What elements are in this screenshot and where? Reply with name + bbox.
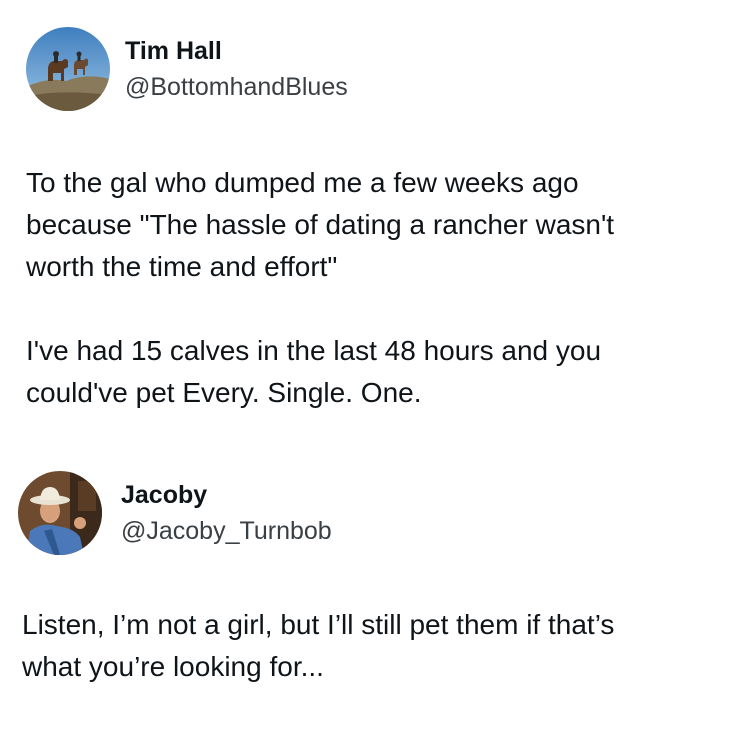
tweet-line: Listen, I’m not a girl, but I’ll still p… — [22, 609, 615, 640]
tweet-line: what you’re looking for... — [22, 651, 324, 682]
display-name[interactable]: Tim Hall — [125, 36, 222, 66]
avatar[interactable] — [26, 27, 110, 111]
horse-rider-silhouette-avatar-icon — [26, 27, 110, 111]
cowboy-hat-man-avatar-icon — [18, 471, 102, 555]
display-name[interactable]: Jacoby — [121, 480, 207, 510]
tweet-paragraph: I've had 15 calves in the last 48 hours … — [26, 330, 726, 414]
tweet-text: To the gal who dumped me a few weeks ago… — [26, 162, 726, 414]
user-handle[interactable]: @Jacoby_Turnbob — [121, 516, 332, 546]
tweet-paragraph: Listen, I’m not a girl, but I’ll still p… — [22, 604, 722, 688]
user-handle[interactable]: @BottomhandBlues — [125, 72, 348, 102]
tweet-line: To the gal who dumped me a few weeks ago — [26, 167, 579, 198]
tweet-text: Listen, I’m not a girl, but I’ll still p… — [22, 604, 722, 688]
tweet-line: I've had 15 calves in the last 48 hours … — [26, 335, 602, 366]
tweet-line: worth the time and effort" — [26, 251, 338, 282]
avatar[interactable] — [18, 471, 102, 555]
tweet-line: because "The hassle of dating a rancher … — [26, 209, 615, 240]
tweet-line: could've pet Every. Single. One. — [26, 377, 422, 408]
tweet-paragraph: To the gal who dumped me a few weeks ago… — [26, 162, 726, 288]
